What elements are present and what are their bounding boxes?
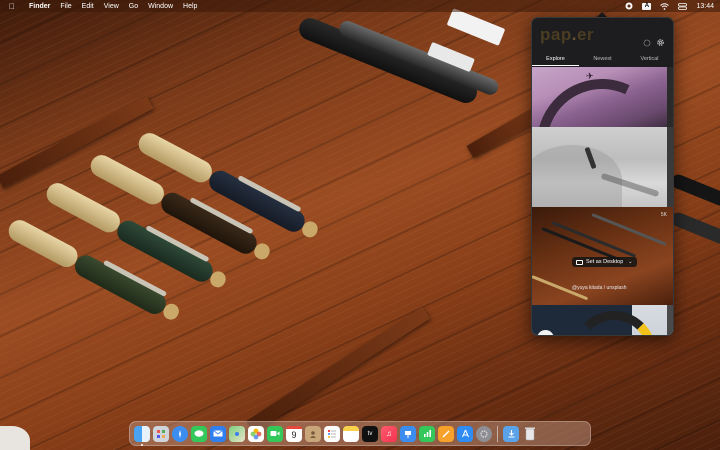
menu-clock[interactable]: 13:44	[696, 3, 714, 10]
dock-pages-icon[interactable]	[438, 425, 454, 442]
info-icon[interactable]	[642, 38, 651, 47]
wallpaper-thumbnail-pens[interactable]: 5K Set as Desktop ⌄ @yuya kitada / unspl…	[532, 207, 673, 305]
dock-mail-icon[interactable]	[210, 425, 226, 442]
apple-icon[interactable]: 	[9, 2, 19, 11]
app-logo: pap.er	[540, 25, 595, 44]
monitor-icon	[576, 259, 583, 265]
menu-bar:  Finder File Edit View Go Window Help A…	[0, 0, 720, 12]
tab-newest[interactable]: Newest	[579, 54, 626, 66]
dock-keynote-icon[interactable]	[400, 425, 416, 442]
airplane-icon: ✈	[586, 71, 594, 81]
settings-gear-icon[interactable]	[656, 38, 665, 47]
dock-finder-icon[interactable]	[134, 425, 150, 446]
dock-tv-icon[interactable]: tv	[362, 425, 378, 442]
dock-music-icon[interactable]: ♫	[381, 425, 397, 442]
set-as-desktop-button[interactable]: Set as Desktop ⌄	[572, 257, 637, 267]
menu-app-name[interactable]: Finder	[29, 3, 50, 10]
menu-go[interactable]: Go	[129, 3, 138, 10]
wallpaper-thumbnail-architecture[interactable]: ✈	[532, 67, 673, 127]
paper-popover: pap.er Explore Newest Vertical ✈ 5K Set …	[531, 17, 674, 336]
thumbnail-edge	[667, 127, 673, 207]
thumbnail-edge	[667, 305, 673, 335]
popover-tabs: Explore Newest Vertical	[532, 54, 673, 66]
floor-highlight	[0, 426, 30, 450]
chevron-down-icon[interactable]: ⌄	[628, 259, 632, 265]
menu-edit[interactable]: Edit	[82, 3, 94, 10]
menu-window[interactable]: Window	[148, 3, 173, 10]
control-center-icon[interactable]	[678, 2, 688, 10]
resolution-badge: 5K	[660, 212, 667, 218]
set-as-desktop-label: Set as Desktop	[586, 259, 624, 265]
tab-vertical[interactable]: Vertical	[626, 54, 673, 66]
menu-file[interactable]: File	[60, 3, 71, 10]
dock-notes-icon[interactable]	[343, 425, 359, 442]
dock-facetime-icon[interactable]	[267, 425, 283, 442]
menu-view[interactable]: View	[104, 3, 119, 10]
popover-header: pap.er Explore Newest Vertical	[532, 18, 673, 66]
dock-safari-icon[interactable]	[172, 425, 188, 442]
dock-reminders-icon[interactable]	[324, 425, 340, 442]
price-tag	[446, 8, 506, 46]
dock-numbers-icon[interactable]	[419, 425, 435, 442]
thumbnail-edge	[667, 67, 673, 127]
status-area: A 13:44	[624, 0, 714, 12]
drawer-divider	[246, 306, 430, 433]
wallpaper-thumbnail-skateboarder[interactable]	[532, 127, 673, 207]
dock-messages-icon[interactable]	[191, 425, 207, 442]
dock-launchpad-icon[interactable]	[153, 425, 169, 442]
dock-separator	[497, 425, 498, 442]
photo-credit[interactable]: @yuya kitada / unsplash	[572, 285, 627, 291]
dock-contacts-icon[interactable]	[305, 425, 321, 442]
dock: 9 tv ♫	[129, 421, 591, 446]
dock-app-store-icon[interactable]	[457, 425, 473, 442]
menu-help[interactable]: Help	[183, 3, 197, 10]
pen	[669, 210, 720, 246]
dock-system-preferences-icon[interactable]	[476, 425, 492, 442]
input-source-icon[interactable]: A	[642, 2, 652, 10]
pen	[669, 172, 720, 208]
dock-downloads-icon[interactable]	[503, 425, 519, 442]
calendar-day: 9	[291, 430, 297, 440]
tab-explore[interactable]: Explore	[532, 54, 579, 66]
dock-calendar-icon[interactable]: 9	[286, 425, 302, 442]
paper-status-icon[interactable]	[624, 2, 633, 10]
dock-trash-icon[interactable]	[522, 426, 538, 442]
wallpaper-thumbnail-engine[interactable]	[532, 305, 673, 335]
wifi-icon[interactable]	[660, 2, 670, 10]
dock-maps-icon[interactable]	[229, 425, 245, 442]
building-arc	[532, 67, 673, 127]
dock-photos-icon[interactable]	[248, 425, 264, 442]
